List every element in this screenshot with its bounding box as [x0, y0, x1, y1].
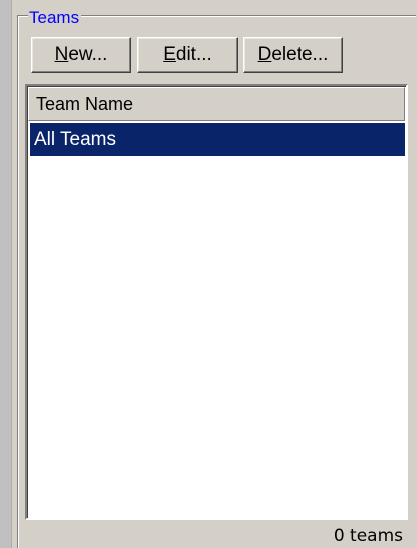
window-left-edge: [0, 0, 12, 548]
delete-button-accelerator: D: [257, 44, 272, 65]
edit-button-accelerator: E: [163, 44, 176, 65]
team-count-label: 0 teams: [333, 526, 403, 546]
edit-button-label: dit...: [175, 44, 212, 65]
groupbox-title: Teams: [28, 8, 82, 27]
teams-list[interactable]: Team Name All Teams: [25, 84, 408, 520]
delete-button[interactable]: Delete...: [243, 37, 343, 73]
new-button-accelerator: N: [54, 44, 69, 65]
list-item[interactable]: All Teams: [30, 123, 405, 156]
delete-button-label: elete...: [271, 44, 329, 65]
new-button[interactable]: New...: [31, 37, 131, 73]
edit-button[interactable]: Edit...: [137, 37, 238, 73]
new-button-label: ew...: [68, 44, 108, 65]
column-header-team-name[interactable]: Team Name: [28, 87, 405, 121]
